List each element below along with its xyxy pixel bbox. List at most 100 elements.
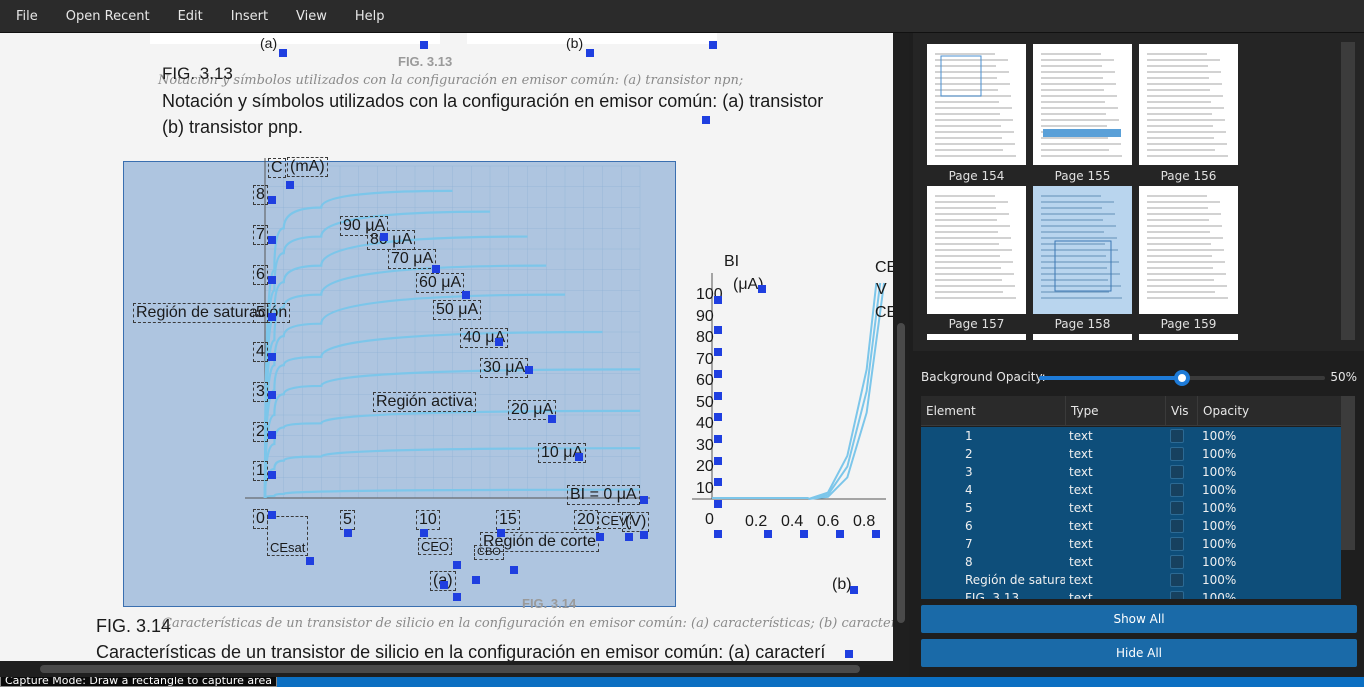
selection-handle[interactable] bbox=[432, 265, 440, 273]
table-row[interactable]: 7 text 100% bbox=[921, 535, 1341, 553]
selection-handle[interactable] bbox=[714, 326, 722, 334]
thumbnail-label[interactable]: Page 159 bbox=[1139, 317, 1238, 331]
selection-handle[interactable] bbox=[764, 530, 772, 538]
selection-handle[interactable] bbox=[640, 496, 648, 504]
curve-label[interactable]: BI = 0 μA bbox=[567, 485, 640, 505]
selection-handle[interactable] bbox=[548, 415, 556, 423]
selection-handle[interactable] bbox=[714, 296, 722, 304]
visibility-checkbox[interactable] bbox=[1170, 555, 1184, 569]
thumbnail-label[interactable]: Page 155 bbox=[1033, 169, 1132, 183]
selection-handle[interactable] bbox=[268, 471, 276, 479]
selection-handle[interactable] bbox=[714, 500, 722, 508]
menu-help[interactable]: Help bbox=[341, 0, 399, 33]
y-tick[interactable]: 8 bbox=[253, 185, 268, 205]
column-header-element[interactable]: Element bbox=[921, 396, 1066, 426]
show-all-button[interactable]: Show All bbox=[921, 605, 1357, 633]
y-tick[interactable]: 1 bbox=[253, 461, 268, 481]
visibility-checkbox[interactable] bbox=[1170, 483, 1184, 497]
y-tick[interactable]: 4 bbox=[253, 342, 268, 362]
menu-view[interactable]: View bbox=[282, 0, 341, 33]
selection-handle[interactable] bbox=[268, 511, 276, 519]
x-axis-unit[interactable]: (V) bbox=[622, 512, 650, 532]
selection-handle[interactable] bbox=[575, 453, 583, 461]
ceo-label[interactable]: CEO bbox=[418, 538, 453, 555]
table-row[interactable]: FIG. 3.13 text 100% bbox=[921, 589, 1341, 599]
selection-handle[interactable] bbox=[268, 313, 276, 321]
selection-handle[interactable] bbox=[714, 457, 722, 465]
menu-edit[interactable]: Edit bbox=[164, 0, 217, 33]
selection-handle[interactable] bbox=[268, 196, 276, 204]
visibility-checkbox[interactable] bbox=[1170, 573, 1184, 587]
visibility-checkbox[interactable] bbox=[1170, 591, 1184, 599]
selection-handle[interactable] bbox=[714, 413, 722, 421]
table-row[interactable]: 4 text 100% bbox=[921, 481, 1341, 499]
table-row[interactable]: 5 text 100% bbox=[921, 499, 1341, 517]
selection-handle[interactable] bbox=[525, 366, 533, 374]
background-opacity-slider[interactable] bbox=[1039, 370, 1325, 386]
table-row[interactable]: 6 text 100% bbox=[921, 517, 1341, 535]
scrollbar-thumb[interactable] bbox=[40, 665, 860, 673]
selection-handle[interactable] bbox=[380, 233, 388, 241]
selection-handle[interactable] bbox=[286, 181, 294, 189]
y-unit2-label[interactable]: (mA) bbox=[287, 157, 328, 177]
selection-handle[interactable] bbox=[850, 586, 858, 594]
visibility-checkbox[interactable] bbox=[1170, 465, 1184, 479]
menu-open-recent[interactable]: Open Recent bbox=[52, 0, 164, 33]
document-horizontal-scrollbar[interactable] bbox=[0, 661, 909, 677]
cbo-label[interactable]: CBO bbox=[474, 545, 504, 560]
y-tick[interactable]: 7 bbox=[253, 225, 268, 245]
selection-handle[interactable] bbox=[714, 435, 722, 443]
table-row[interactable]: 1 text 100% bbox=[921, 427, 1341, 445]
saturation-region-label[interactable]: Región de saturación bbox=[133, 303, 291, 323]
menu-file[interactable]: File bbox=[0, 0, 52, 33]
selection-handle[interactable] bbox=[625, 533, 633, 541]
selection-handle[interactable] bbox=[268, 353, 276, 361]
selection-handle[interactable] bbox=[497, 529, 505, 537]
slider-knob[interactable] bbox=[1174, 370, 1190, 386]
hide-all-button[interactable]: Hide All bbox=[921, 639, 1357, 667]
selection-handle[interactable] bbox=[714, 348, 722, 356]
cesat-label[interactable]: CEsat bbox=[267, 516, 309, 556]
selection-handle[interactable] bbox=[268, 391, 276, 399]
selection-handle[interactable] bbox=[845, 650, 853, 658]
curve-label[interactable]: 70 μA bbox=[388, 249, 437, 269]
curve-label[interactable]: 30 μA bbox=[480, 358, 529, 378]
table-row[interactable]: 8 text 100% bbox=[921, 553, 1341, 571]
selection-handle[interactable] bbox=[453, 561, 461, 569]
visibility-checkbox[interactable] bbox=[1170, 519, 1184, 533]
selection-handle[interactable] bbox=[462, 291, 470, 299]
table-row[interactable]: 2 text 100% bbox=[921, 445, 1341, 463]
selection-handle[interactable] bbox=[714, 370, 722, 378]
selection-handle[interactable] bbox=[268, 236, 276, 244]
thumbnail-label[interactable]: Page 154 bbox=[927, 169, 1026, 183]
selection-handle[interactable] bbox=[344, 529, 352, 537]
curve-label[interactable]: 80 μA bbox=[367, 230, 416, 250]
table-row[interactable]: 3 text 100% bbox=[921, 463, 1341, 481]
document-canvas[interactable]: (a) (b) FIG. 3.13 Notación y símbolos ut… bbox=[0, 33, 893, 661]
selection-handle[interactable] bbox=[758, 285, 766, 293]
selection-handle[interactable] bbox=[306, 557, 314, 565]
x-tick[interactable]: 5 bbox=[340, 510, 355, 530]
column-header-type[interactable]: Type bbox=[1066, 396, 1166, 426]
visibility-checkbox[interactable] bbox=[1170, 447, 1184, 461]
y-tick[interactable]: 2 bbox=[253, 422, 268, 442]
thumbnail-label[interactable]: Page 157 bbox=[927, 317, 1026, 331]
selection-handle[interactable] bbox=[872, 530, 880, 538]
visibility-checkbox[interactable] bbox=[1170, 537, 1184, 551]
y-tick[interactable]: 3 bbox=[253, 382, 268, 402]
scrollbar-thumb[interactable] bbox=[897, 323, 905, 623]
selection-handle[interactable] bbox=[836, 530, 844, 538]
selection-handle[interactable] bbox=[268, 431, 276, 439]
selection-handle[interactable] bbox=[472, 576, 480, 584]
curve-label[interactable]: 50 μA bbox=[433, 300, 482, 320]
column-header-vis[interactable]: Vis bbox=[1166, 396, 1198, 426]
column-header-opacity[interactable]: Opacity bbox=[1198, 396, 1341, 426]
selection-handle[interactable] bbox=[453, 593, 461, 601]
table-scrollbar[interactable] bbox=[1341, 396, 1355, 550]
thumbnails-scrollbar[interactable] bbox=[1341, 42, 1355, 340]
x-tick[interactable]: 20 bbox=[574, 510, 598, 530]
y-tick[interactable]: 0 bbox=[253, 509, 268, 529]
selection-handle[interactable] bbox=[420, 529, 428, 537]
thumbnail-label[interactable]: Page 156 bbox=[1139, 169, 1238, 183]
visibility-checkbox[interactable] bbox=[1170, 501, 1184, 515]
